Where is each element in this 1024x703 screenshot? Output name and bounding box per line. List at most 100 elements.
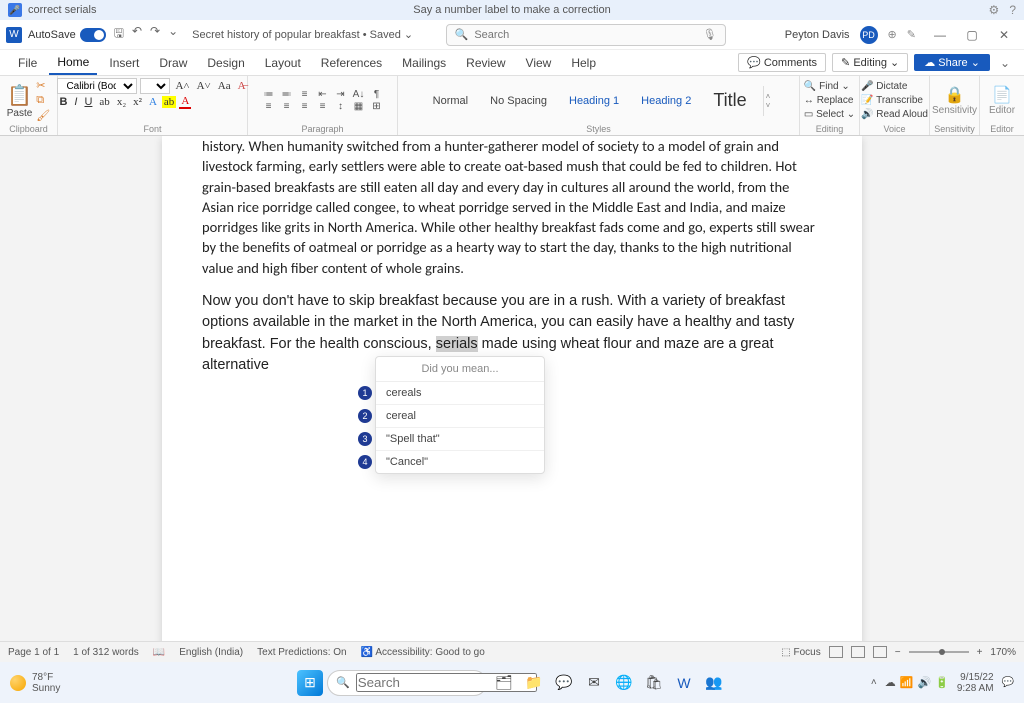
user-avatar[interactable]: PD — [860, 26, 878, 44]
user-name[interactable]: Peyton Davis — [785, 29, 850, 41]
read-mode-icon[interactable] — [851, 646, 865, 658]
qat-more-icon[interactable]: ⌄ — [166, 24, 180, 45]
sensitivity-button[interactable]: 🔒 Sensitivity — [932, 85, 977, 116]
language-status[interactable]: English (India) — [179, 647, 243, 658]
tab-layout[interactable]: Layout — [257, 52, 309, 74]
highlight-icon[interactable]: ab — [162, 96, 176, 108]
tab-file[interactable]: File — [10, 52, 45, 74]
font-size-select[interactable]: 11 — [140, 78, 170, 94]
text-predictions-status[interactable]: Text Predictions: On — [257, 647, 346, 658]
style-normal[interactable]: Normal — [427, 91, 474, 111]
search-input[interactable] — [474, 29, 702, 41]
accessibility-status[interactable]: ♿ Accessibility: Good to go — [361, 647, 485, 658]
zoom-slider[interactable] — [909, 651, 969, 653]
increase-indent-icon[interactable]: ⇥ — [334, 89, 348, 100]
replace-button[interactable]: ↔ Replace — [802, 94, 857, 108]
zoom-in-icon[interactable]: + — [977, 647, 983, 658]
suggestion-spell-that[interactable]: "Spell that" — [376, 428, 544, 451]
paste-button[interactable]: 📋 Paste — [7, 83, 33, 119]
clear-format-icon[interactable]: A̶ — [236, 80, 248, 92]
grow-font-icon[interactable]: A˄ — [173, 80, 191, 92]
tab-mailings[interactable]: Mailings — [394, 52, 454, 74]
zoom-out-icon[interactable]: − — [895, 647, 901, 658]
style-no-spacing[interactable]: No Spacing — [484, 91, 553, 111]
focus-mode-button[interactable]: ⬚ Focus — [781, 647, 820, 658]
highlighted-word[interactable]: serials — [436, 336, 478, 352]
save-icon[interactable]: 🖫 — [112, 24, 126, 45]
read-aloud-button[interactable]: 🔊 Read Aloud — [859, 108, 930, 122]
suggestion-cereal[interactable]: cereal — [376, 405, 544, 428]
multilevel-icon[interactable]: ≡ — [298, 89, 312, 100]
editing-mode-button[interactable]: ✎ Editing ⌄ — [832, 53, 908, 72]
decrease-indent-icon[interactable]: ⇤ — [316, 89, 330, 100]
copy-icon[interactable]: ⧉ — [36, 94, 50, 107]
share-button[interactable]: ☁ Share ⌄ — [914, 54, 990, 71]
shrink-font-icon[interactable]: A˅ — [195, 80, 213, 92]
word-count[interactable]: 1 of 312 words — [73, 647, 139, 658]
spell-check-icon[interactable]: 📖 — [153, 647, 165, 658]
align-center-icon[interactable]: ≡ — [280, 101, 294, 112]
autosave-toggle[interactable]: AutoSave — [28, 28, 106, 42]
borders-icon[interactable]: ⊞ — [370, 101, 384, 112]
bold-button[interactable]: B — [57, 96, 69, 108]
underline-button[interactable]: U — [82, 96, 94, 108]
suggestion-cancel[interactable]: "Cancel" — [376, 451, 544, 473]
search-mic-icon[interactable]: 🎙 — [703, 28, 717, 41]
shading-icon[interactable]: ▦ — [352, 101, 366, 112]
tab-review[interactable]: Review — [458, 52, 513, 74]
print-layout-icon[interactable] — [829, 646, 843, 658]
minimize-button[interactable]: — — [926, 28, 954, 42]
font-color-icon[interactable]: A — [179, 95, 191, 109]
settings-icon[interactable]: ⚙ — [989, 3, 1000, 17]
style-title[interactable]: Title — [707, 86, 752, 115]
align-left-icon[interactable]: ≡ — [262, 101, 276, 112]
web-layout-icon[interactable] — [873, 646, 887, 658]
tab-home[interactable]: Home — [49, 51, 97, 75]
tablet-mode-icon[interactable]: ✎ — [907, 28, 916, 41]
styles-more-icon[interactable]: ˄˅ — [763, 86, 771, 116]
editor-button[interactable]: 📄 Editor — [989, 85, 1015, 116]
transcribe-button[interactable]: 📝 Transcribe — [859, 94, 930, 108]
justify-icon[interactable]: ≡ — [316, 101, 330, 112]
strikethrough-button[interactable]: ab — [97, 96, 111, 108]
mic-icon[interactable]: 🎤 — [8, 3, 22, 17]
toggle-on-icon[interactable] — [80, 28, 106, 42]
align-right-icon[interactable]: ≡ — [298, 101, 312, 112]
tab-draw[interactable]: Draw — [151, 52, 195, 74]
dictate-button[interactable]: 🎤 Dictate — [859, 80, 930, 94]
paragraph-1[interactable]: history. When humanity switched from a h… — [202, 136, 822, 278]
maximize-button[interactable]: ▢ — [958, 28, 986, 42]
subscript-button[interactable]: x₂ — [115, 96, 128, 108]
text-effects-icon[interactable]: A — [147, 96, 159, 108]
numbering-icon[interactable]: ≕ — [280, 89, 294, 100]
comments-button[interactable]: 💬 Comments — [738, 53, 826, 72]
document-title[interactable]: Secret history of popular breakfast • Sa… — [192, 28, 413, 41]
find-button[interactable]: 🔍 Find ⌄ — [802, 80, 857, 94]
zoom-level[interactable]: 170% — [990, 647, 1016, 658]
tab-insert[interactable]: Insert — [101, 52, 147, 74]
suggestion-cereals[interactable]: cereals — [376, 382, 544, 405]
help-icon[interactable]: ? — [1009, 3, 1016, 17]
cut-icon[interactable]: ✂ — [36, 79, 50, 92]
coming-soon-icon[interactable]: ⊕ — [888, 28, 897, 41]
document-canvas[interactable]: history. When humanity switched from a h… — [0, 136, 1024, 641]
line-spacing-icon[interactable]: ↕ — [334, 101, 348, 112]
tab-design[interactable]: Design — [199, 52, 252, 74]
font-family-select[interactable]: Calibri (Body) — [57, 78, 137, 94]
tab-help[interactable]: Help — [563, 52, 604, 74]
close-button[interactable]: ✕ — [990, 28, 1018, 42]
search-box[interactable]: 🔍 🎙 — [446, 24, 726, 46]
show-marks-icon[interactable]: ¶ — [370, 89, 384, 100]
undo-icon[interactable]: ↶ — [130, 24, 144, 45]
style-heading-2[interactable]: Heading 2 — [635, 91, 697, 111]
select-button[interactable]: ▭ Select ⌄ — [802, 108, 857, 122]
italic-button[interactable]: I — [72, 96, 79, 108]
sort-icon[interactable]: A↓ — [352, 89, 366, 100]
page-count[interactable]: Page 1 of 1 — [8, 647, 59, 658]
tab-view[interactable]: View — [518, 52, 560, 74]
tab-references[interactable]: References — [313, 52, 390, 74]
redo-icon[interactable]: ↷ — [148, 24, 162, 45]
superscript-button[interactable]: x² — [131, 96, 144, 108]
bullets-icon[interactable]: ≔ — [262, 89, 276, 100]
format-painter-icon[interactable]: 🖌 — [36, 109, 50, 122]
